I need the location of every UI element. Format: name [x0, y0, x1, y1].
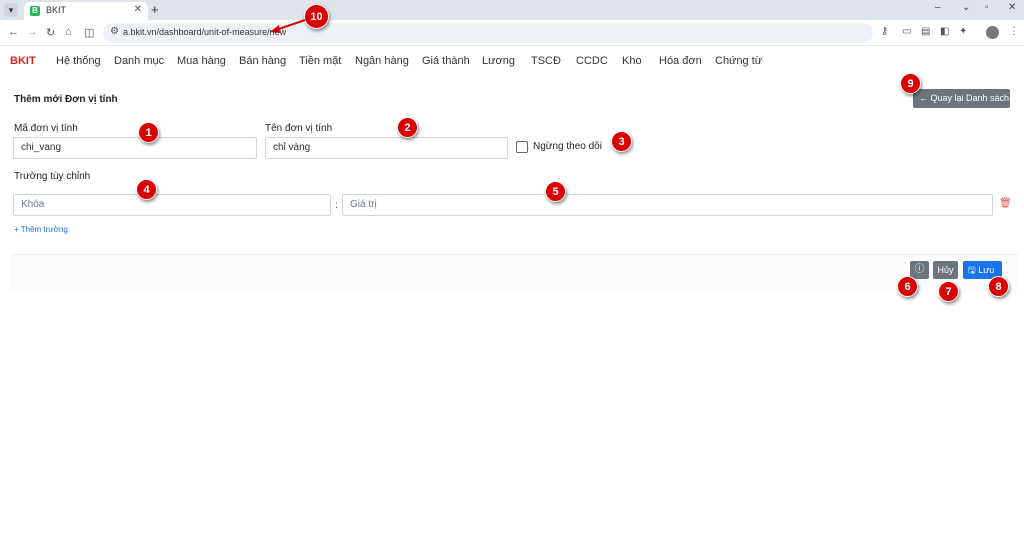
key-input[interactable]: Khóa [13, 194, 331, 216]
marker-8: 8 [988, 276, 1009, 297]
address-bar[interactable]: ⚙ a.bkit.vn/dashboard/unit-of-measure/ne… [103, 23, 873, 43]
plus-icon: + [14, 225, 19, 234]
marker-7: 7 [938, 281, 959, 302]
form-footer [10, 254, 1018, 292]
marker-10: 10 [304, 4, 329, 29]
add-field-label: Thêm trường [20, 225, 68, 234]
tab-title: BKIT [46, 5, 67, 15]
name-label: Tên đơn vị tính [265, 123, 333, 134]
menu-ccdc[interactable]: CCDC [576, 55, 608, 67]
menu-luong[interactable]: Lương [482, 55, 515, 67]
menu-hoa-don[interactable]: Hóa đơn [659, 55, 702, 67]
favicon-icon: B [30, 6, 40, 16]
marker-4: 4 [136, 179, 157, 200]
menu-mua-hang[interactable]: Mua hàng [177, 55, 226, 67]
reader-icon[interactable]: ▤ [921, 26, 930, 37]
tab-close-icon[interactable]: ✕ [134, 4, 142, 15]
menu-tien-mat[interactable]: Tiền mặt [299, 55, 341, 67]
menu-kho[interactable]: Kho [622, 55, 642, 67]
cancel-button[interactable]: Hủy [933, 261, 958, 279]
menu-ngan-hang[interactable]: Ngân hàng [355, 55, 409, 67]
add-field-link[interactable]: + Thêm trường [14, 225, 68, 234]
back-to-list-button[interactable]: ← Quay lại Danh sách [913, 89, 1010, 108]
save-label: Lưu [978, 265, 995, 275]
menu-chung-tu[interactable]: Chứng từ [715, 55, 762, 67]
value-input[interactable]: Giá trị [342, 194, 993, 216]
browser-tab[interactable]: B BKIT ✕ [24, 2, 148, 20]
marker-1: 1 [138, 122, 159, 143]
page-title: Thêm mới Đơn vị tính [14, 94, 118, 105]
more-menu-icon[interactable]: ⋮ [1009, 26, 1019, 37]
marker-6: 6 [897, 276, 918, 297]
inactive-checkbox[interactable] [516, 141, 528, 153]
custom-fields-heading: Trường tùy chỉnh [14, 171, 91, 182]
site-info-icon[interactable]: ⚙ [110, 26, 119, 37]
back-arrow-icon[interactable]: ← [8, 26, 19, 38]
side-panel-icon[interactable]: ◫ [84, 26, 94, 39]
restore-icon[interactable]: ▫ [985, 2, 989, 13]
code-label: Mã đơn vị tính [14, 123, 78, 134]
name-input[interactable]: chỉ vàng [265, 137, 508, 159]
menu-tscd[interactable]: TSCĐ [531, 55, 561, 67]
chevron-down-icon[interactable]: ⌄ [962, 2, 970, 13]
code-input[interactable]: chi_vang [13, 137, 257, 159]
card-icon[interactable]: ▭ [902, 26, 911, 37]
extension-icon[interactable]: ✦ [959, 26, 967, 37]
password-key-icon[interactable]: ⚷ [881, 26, 888, 37]
save-icon: 🖫 [968, 265, 976, 275]
info-button[interactable]: ⓘ [910, 261, 929, 279]
arrow-left-icon: ← [919, 93, 928, 103]
reload-icon[interactable]: ↻ [46, 26, 55, 39]
tab-search-icon[interactable]: ▾ [4, 3, 18, 17]
app-navbar: BKIT Hệ thống Danh mục Mua hàng Bán hàng… [0, 48, 1024, 74]
profile-avatar[interactable] [986, 26, 999, 39]
brand-logo[interactable]: BKIT [10, 55, 36, 67]
translate-icon[interactable]: ◧ [940, 26, 949, 37]
menu-ban-hang[interactable]: Bán hàng [239, 55, 286, 67]
browser-toolbar: ← → ↻ ⌂ ◫ ⚙ a.bkit.vn/dashboard/unit-of-… [0, 20, 1024, 46]
home-icon[interactable]: ⌂ [65, 26, 72, 38]
marker-3: 3 [611, 131, 632, 152]
marker-5: 5 [545, 181, 566, 202]
marker-9: 9 [900, 73, 921, 94]
menu-gia-thanh[interactable]: Giá thành [422, 55, 470, 67]
key-value-separator: : [335, 200, 338, 211]
trash-icon[interactable]: 🗑 [999, 198, 1012, 209]
close-icon[interactable]: ✕ [1008, 2, 1016, 13]
url-text: a.bkit.vn/dashboard/unit-of-measure/new [123, 27, 287, 37]
inactive-label: Ngừng theo dõi [533, 141, 602, 152]
info-icon: ⓘ [914, 264, 925, 275]
browser-tabbar: ▾ B BKIT ✕ + – ⌄ ▫ ✕ [0, 0, 1024, 20]
forward-arrow-icon[interactable]: → [27, 26, 38, 38]
marker-2: 2 [397, 117, 418, 138]
menu-danh-muc[interactable]: Danh mục [114, 55, 164, 67]
menu-he-thong[interactable]: Hệ thống [56, 55, 101, 67]
minimize-icon[interactable]: – [935, 2, 941, 13]
new-tab-icon[interactable]: + [151, 2, 159, 17]
back-to-list-label: Quay lại Danh sách [930, 93, 1010, 103]
